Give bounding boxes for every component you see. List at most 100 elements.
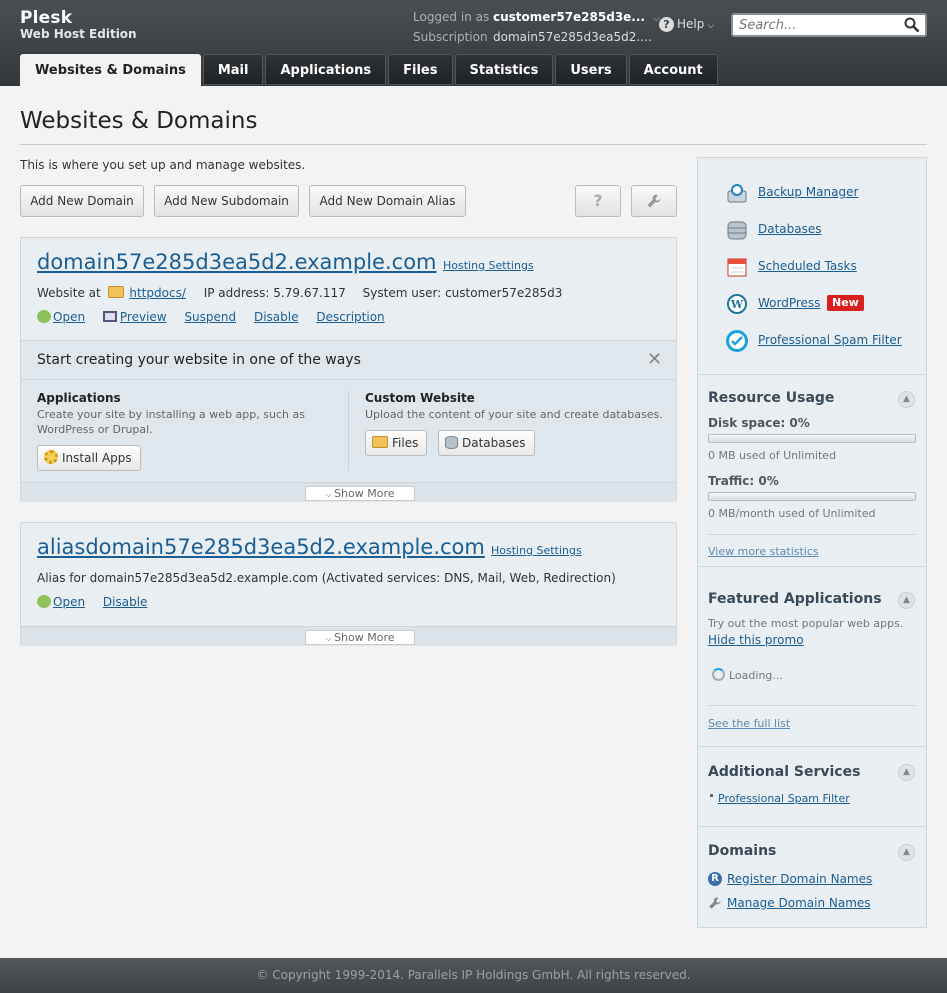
description-link[interactable]: Description [316,310,384,324]
show-more-bar: ⌵ Show More [21,626,676,646]
collapse-icon[interactable]: ▲ [898,391,915,408]
ip-label: IP address: [203,286,270,300]
logged-in-user[interactable]: customer57e285d3e... [493,10,645,24]
databases-button[interactable]: Databases [438,430,535,456]
collapse-icon[interactable]: ▲ [898,592,915,609]
page-title: Websites & Domains [20,108,258,134]
register-domain-names-link[interactable]: Register Domain Names [727,872,872,886]
see-full-list-link[interactable]: See the full list [708,717,790,730]
collapse-icon[interactable]: ▲ [898,764,915,781]
copyright: © Copyright 1999-2014. Parallels IP Hold… [256,968,691,982]
system-user-label: System user: [362,286,442,300]
databases-label: Databases [462,436,526,450]
domain-name-link[interactable]: domain57e285d3ea5d2.example.com [37,250,437,274]
close-icon[interactable]: ✕ [647,349,662,370]
install-apps-button[interactable]: Install Apps [37,445,141,471]
subscription-value[interactable]: domain57e285d3ea5d2.... [493,30,652,44]
spam-filter-icon [726,330,748,352]
add-new-domain-alias-button[interactable]: Add New Domain Alias [309,185,466,217]
featured-applications-section: Featured Applications ▲ Try out the most… [698,566,926,746]
suspend-link[interactable]: Suspend [184,310,236,324]
traffic-usage-note: 0 MB/month used of Unlimited [708,507,876,520]
disable-link[interactable]: Disable [103,595,148,609]
database-icon [726,219,748,241]
logged-in-label: Logged in as [413,10,490,24]
preview-link[interactable]: Preview [120,310,167,324]
chevron-down-icon: ⌵ [707,21,715,31]
settings-button[interactable] [631,185,677,217]
database-icon [445,436,458,449]
help-label: Help [677,17,705,31]
alias-actions: Open Disable [37,595,161,609]
add-new-domain-button[interactable]: Add New Domain [20,185,144,217]
chevron-down-icon: ⌵ [325,490,335,499]
featured-desc: Try out the most popular web apps. [708,617,904,630]
featured-applications-title: Featured Applications [708,591,882,607]
plesk-logo[interactable]: Plesk Web Host Edition [20,8,137,41]
additional-services-section: Additional Services ▲ Professional Spam … [698,746,926,826]
files-button[interactable]: Files [365,430,428,456]
registered-icon: R [708,872,722,886]
hide-promo-link[interactable]: Hide this promo [708,633,804,647]
tab-files[interactable]: Files [388,54,453,85]
calendar-icon [726,256,748,278]
tab-applications[interactable]: Applications [265,54,387,85]
install-apps-label: Install Apps [62,451,132,465]
open-icon [37,310,51,323]
traffic-usage-bar [708,492,916,501]
disk-usage-bar [708,434,916,443]
subscription-label: Subscription [413,30,488,44]
wrench-icon [647,194,661,208]
professional-spam-filter-service-link[interactable]: Professional Spam Filter [718,792,850,805]
tab-statistics[interactable]: Statistics [454,54,554,85]
view-more-statistics-link[interactable]: View more statistics [708,545,819,558]
collapse-icon[interactable]: ▲ [898,844,915,861]
show-more-bar: ⌵ Show More [21,482,676,502]
bullet-icon [710,794,713,797]
domain-actions: Open Preview Suspend Disable Description [37,310,399,324]
spinner-icon [712,668,725,681]
tab-mail[interactable]: Mail [202,54,264,85]
backup-manager-link[interactable]: Backup Manager [758,185,858,199]
help-menu[interactable]: ? Help ⌵ [659,17,714,32]
disable-link[interactable]: Disable [254,310,299,324]
hosting-settings-link[interactable]: Hosting Settings [491,544,582,557]
disk-space-label: Disk space: 0% [708,416,810,430]
system-user-value: customer57e285d3 [445,286,563,300]
manage-domain-names-link[interactable]: Manage Domain Names [727,896,871,910]
folder-icon [107,286,124,298]
databases-link[interactable]: Databases [758,222,822,236]
loading-indicator: Loading... [712,668,783,682]
search-icon[interactable] [904,17,920,33]
open-link[interactable]: Open [53,310,85,324]
open-link[interactable]: Open [53,595,85,609]
wordpress-icon: W [726,293,748,315]
alias-domain-card: aliasdomain57e285d3ea5d2.example.com Hos… [20,522,677,646]
applications-desc: Create your site by installing a web app… [37,408,305,436]
hosting-settings-link[interactable]: Hosting Settings [443,259,534,272]
page-intro: This is where you set up and manage webs… [20,158,306,172]
website-at-label: Website at [37,286,101,300]
folder-icon [372,436,388,448]
domains-section: Domains ▲ R Register Domain Names Manage… [698,826,926,927]
right-sidebar: Backup Manager Databases Scheduled Tasks… [697,157,927,928]
preview-icon [102,311,117,322]
disk-usage-note: 0 MB used of Unlimited [708,449,837,462]
professional-spam-filter-link[interactable]: Professional Spam Filter [758,333,902,347]
tab-users[interactable]: Users [555,54,627,85]
wordpress-link[interactable]: WordPress [758,296,820,310]
show-more-button[interactable]: ⌵ Show More [305,630,415,645]
scheduled-tasks-link[interactable]: Scheduled Tasks [758,259,857,273]
tab-account[interactable]: Account [628,54,718,85]
docroot-link[interactable]: httpdocs/ [129,286,185,300]
brand-name: Plesk [20,8,73,28]
custom-website-option: Custom Website Upload the content of you… [365,391,665,422]
tab-websites-domains[interactable]: Websites & Domains [20,54,201,86]
alias-domain-name-link[interactable]: aliasdomain57e285d3ea5d2.example.com [37,535,485,559]
search-box [731,13,927,37]
resource-usage-title: Resource Usage [708,390,835,406]
search-input[interactable] [739,15,904,35]
add-new-subdomain-button[interactable]: Add New Subdomain [154,185,299,217]
help-button[interactable]: ? [575,185,621,217]
show-more-button[interactable]: ⌵ Show More [305,486,415,501]
